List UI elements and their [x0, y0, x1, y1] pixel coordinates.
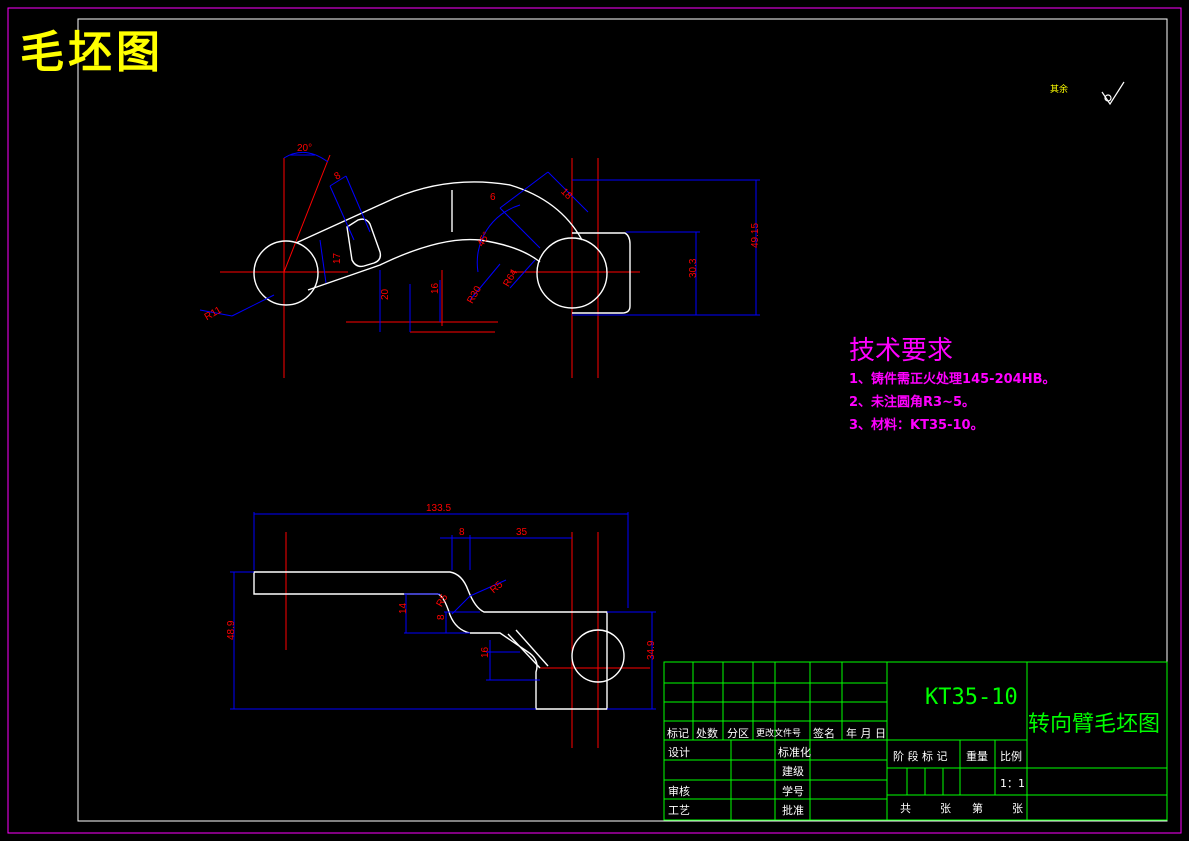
drawing-title: 毛坯图 — [20, 27, 164, 78]
tb-design: 设计 — [668, 746, 690, 759]
front-dim-texts: 133.5 8 35 R5 R5 14 8 16 48.9 34.9 — [226, 503, 657, 660]
dim-r64: R64 — [501, 267, 520, 289]
tb-class: 建级 — [782, 765, 804, 778]
dim-8-top: 8 — [333, 170, 344, 183]
drawing-sheet: 20° 8 18 6 45° 17 R30 R64 R11 20 16 30.3… — [7, 7, 1182, 834]
dim-48-9: 48.9 — [226, 620, 237, 640]
front-view: 133.5 8 35 R5 R5 14 8 16 48.9 34.9 — [226, 503, 657, 748]
dim-6-top: 6 — [490, 192, 496, 203]
roughness-note: 其余 — [1050, 85, 1069, 95]
dim-angle-20: 20° — [297, 143, 312, 154]
dim-34-9: 34.9 — [646, 640, 657, 660]
tb-stage-mark: 阶 段 标 记 — [893, 750, 948, 763]
dim-14-front: 14 — [398, 602, 409, 614]
top-dim-texts: 20° 8 18 6 45° 17 R30 R64 R11 20 16 30.3… — [203, 143, 761, 323]
dim-16-top: 16 — [430, 282, 441, 294]
dim-r11: R11 — [203, 305, 224, 324]
tb-header-change-doc: 更改文件号 — [756, 729, 802, 739]
tb-scale-label: 比例 — [1000, 750, 1022, 763]
dim-35-front: 35 — [516, 527, 528, 538]
dim-133-5: 133.5 — [426, 503, 451, 514]
tb-header-signature: 签名 — [813, 727, 835, 740]
part-code: KT35-10 — [925, 685, 1018, 710]
dim-r30: R30 — [465, 284, 484, 306]
tb-process: 工艺 — [668, 804, 690, 817]
tb-approval: 批准 — [782, 804, 804, 817]
top-view: 20° 8 18 6 45° 17 R30 R64 R11 20 16 30.3… — [199, 143, 761, 378]
tb-scale-value: 1：1 — [1000, 777, 1025, 790]
dim-16-front: 16 — [480, 646, 491, 658]
dim-8b-front: 8 — [436, 614, 447, 620]
dim-30-3: 30.3 — [688, 258, 699, 278]
tb-header-date: 年 月 日 — [846, 727, 886, 740]
tb-header-count: 处数 — [696, 727, 718, 740]
tb-sheets-1: 张 — [940, 802, 951, 815]
roughness-symbol — [1101, 81, 1125, 106]
tech-requirement-3: 3、材料：KT35-10。 — [849, 418, 984, 433]
tech-requirement-2: 2、未注圆角R3~5。 — [849, 395, 976, 410]
tb-header-zone: 分区 — [727, 727, 749, 740]
tb-review: 审核 — [668, 785, 690, 798]
dim-17-top: 17 — [332, 252, 343, 264]
tb-header-mark: 标记 — [667, 727, 689, 740]
tb-weight: 重量 — [966, 750, 988, 763]
tb-standardization: 标准化 — [778, 746, 811, 759]
front-centerlines — [285, 532, 650, 748]
tb-total: 共 — [900, 802, 911, 815]
tb-number: 第 — [972, 802, 983, 815]
dim-49-15: 49.15 — [750, 223, 761, 248]
tech-requirements-heading: 技术要求 — [849, 336, 954, 366]
front-outline — [253, 571, 625, 710]
dim-45-deg: 45° — [476, 230, 493, 249]
part-name: 转向臂毛坯图 — [1028, 712, 1161, 737]
dim-8-front: 8 — [459, 527, 465, 538]
tb-student-no: 学号 — [782, 785, 804, 798]
title-block-grid — [663, 661, 1168, 821]
top-centerlines — [220, 154, 640, 378]
front-dimensions — [230, 512, 656, 710]
dim-20-top: 20 — [380, 288, 391, 300]
tb-sheets-2: 张 — [1012, 802, 1023, 815]
tech-requirement-1: 1、铸件需正火处理145-204HB。 — [849, 372, 1056, 387]
